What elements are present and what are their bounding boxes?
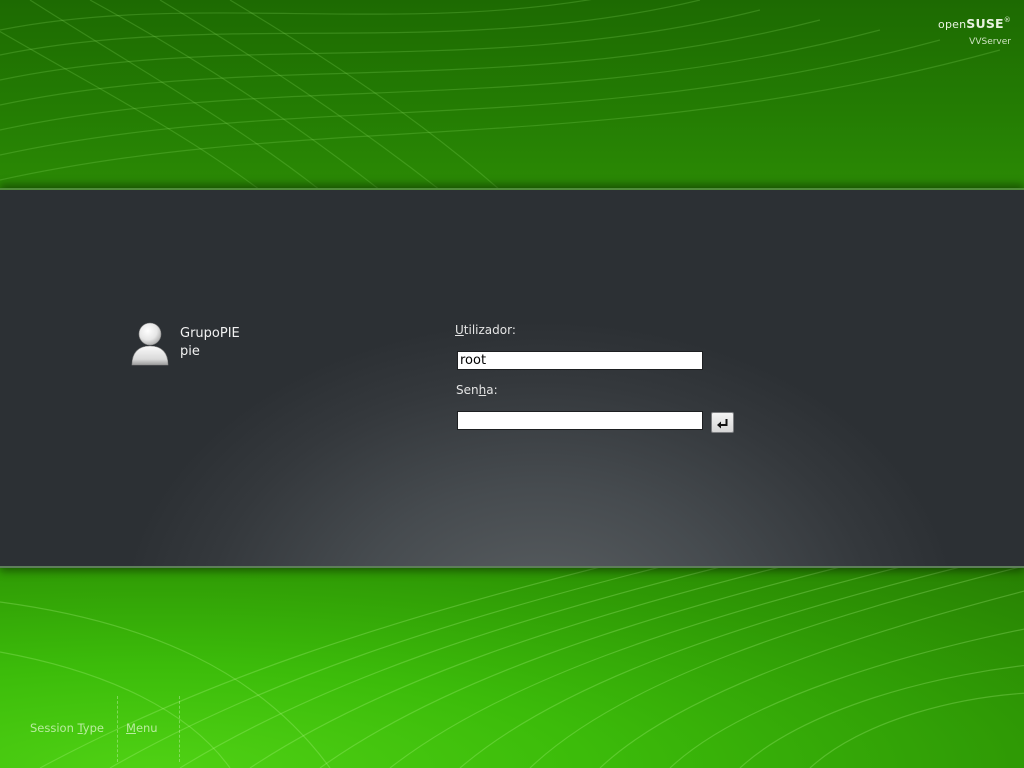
session-type-rest: ype bbox=[82, 721, 104, 735]
username-field[interactable] bbox=[457, 351, 703, 370]
username-label-accel: U bbox=[455, 323, 464, 337]
swirl-lines-bottom bbox=[0, 562, 1024, 768]
user-info: GrupoPIE pie bbox=[180, 325, 240, 361]
password-label-pre: Sen bbox=[456, 383, 479, 397]
password-field[interactable] bbox=[457, 411, 703, 430]
logo-mark: ® bbox=[1003, 16, 1011, 24]
swirl-lines-top bbox=[0, 0, 1001, 190]
brand-logo: openSUSE® VVServer bbox=[938, 16, 1011, 47]
bottom-separator bbox=[179, 696, 180, 762]
user-login-name: pie bbox=[180, 344, 200, 359]
login-screen: openSUSE® VVServer GrupoPIE pie Utilizad… bbox=[0, 0, 1024, 768]
bottom-separator bbox=[117, 696, 118, 762]
menu-button[interactable]: Menu bbox=[126, 721, 158, 735]
user-full-name: GrupoPIE bbox=[180, 326, 240, 341]
menu-rest: enu bbox=[135, 721, 158, 735]
session-type-button[interactable]: Session Type bbox=[30, 721, 104, 735]
background-bottom-swirl bbox=[0, 562, 1024, 768]
logo-prefix: open bbox=[938, 18, 967, 31]
opensuse-logo: openSUSE® bbox=[938, 16, 1011, 31]
login-panel bbox=[0, 188, 1024, 568]
password-label-rest: a: bbox=[486, 383, 498, 397]
enter-return-icon bbox=[717, 419, 728, 429]
password-label: Senha: bbox=[456, 383, 498, 397]
username-label-text: tilizador: bbox=[463, 323, 516, 337]
username-label: Utilizador: bbox=[455, 323, 516, 337]
server-name: VVServer bbox=[969, 37, 1011, 47]
login-submit-button[interactable] bbox=[711, 412, 734, 433]
session-type-pre: Session bbox=[30, 721, 78, 735]
menu-accel: M bbox=[126, 721, 136, 735]
user-avatar-icon bbox=[131, 322, 169, 366]
user-list-item[interactable]: GrupoPIE pie bbox=[130, 320, 280, 368]
logo-main: SUSE bbox=[966, 16, 1004, 31]
background-top-swirl bbox=[0, 0, 1024, 190]
